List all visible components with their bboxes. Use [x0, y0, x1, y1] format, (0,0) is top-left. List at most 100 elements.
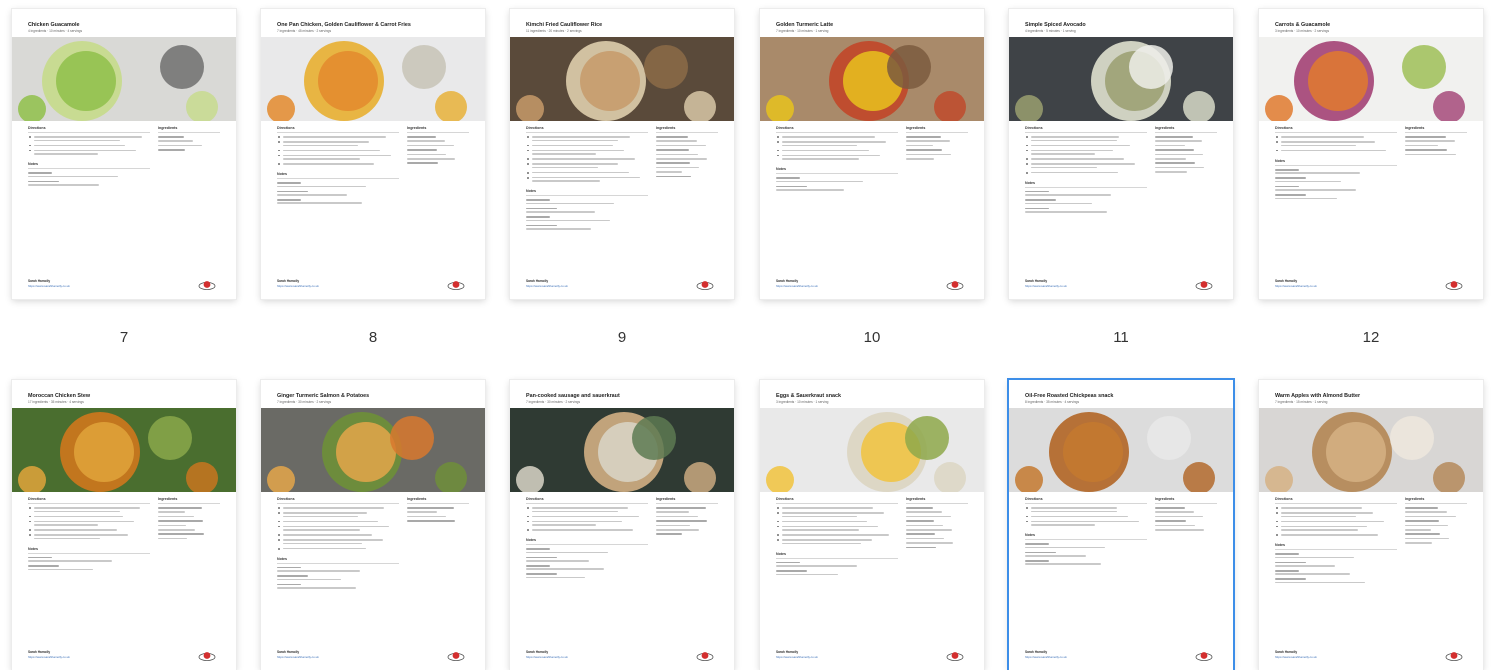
- text-line: [1275, 180, 1341, 183]
- notes-heading: Notes: [776, 551, 786, 556]
- page-number-label: 9: [617, 329, 627, 346]
- recipe-page-thumbnail[interactable]: Eggs & Sauerkraut snack 3 ingredients · 1…: [760, 380, 984, 670]
- page-number-label: 7: [119, 329, 129, 346]
- text-line: [283, 547, 366, 550]
- step-bullet: [1026, 149, 1028, 152]
- footer-url[interactable]: https://www.sarahhamolly.co.uk: [277, 284, 319, 288]
- recipe-title: Pan-cooked sausage and sauerkraut: [526, 393, 620, 399]
- recipe-page-thumbnail[interactable]: Warm Apples with Almond Butter 7 ingredie…: [1259, 380, 1483, 670]
- text-line: [158, 524, 186, 527]
- text-line: [158, 136, 184, 138]
- text-line: [283, 520, 378, 523]
- text-line: [28, 172, 52, 174]
- footer-author: Sarah Hamolly: [1025, 279, 1048, 283]
- recipe-title: Chicken Guacamole: [28, 22, 80, 28]
- page-number-label: 8: [368, 329, 378, 346]
- recipe-page-thumbnail[interactable]: Golden Turmeric Latte 7 ingredients · 10 …: [760, 9, 984, 299]
- text-line: [1031, 144, 1130, 147]
- text-line: [1405, 524, 1448, 527]
- text-line: [1155, 515, 1203, 518]
- footer-author: Sarah Hamolly: [1275, 279, 1298, 283]
- footer-url[interactable]: https://www.sarahhamolly.co.uk: [776, 284, 818, 288]
- text-line: [656, 511, 689, 513]
- directions-heading: Directions: [1025, 126, 1043, 130]
- recipe-title: Kimchi Fried Cauliflower Rice: [526, 22, 603, 28]
- footer-url[interactable]: https://www.sarahhamolly.co.uk: [526, 284, 568, 288]
- recipe-page-thumbnail[interactable]: One Pan Chicken, Golden Cauliflower & Ca…: [261, 9, 485, 299]
- recipe-page-thumbnail[interactable]: Chicken Guacamole 4 ingredients · 10 minu…: [12, 9, 236, 299]
- footer-url[interactable]: https://www.sarahhamolly.co.uk: [1275, 655, 1317, 659]
- text-line: [407, 511, 437, 513]
- brand-logo-icon: [447, 281, 465, 290]
- text-line: [656, 158, 707, 160]
- footer-url[interactable]: https://www.sarahhamolly.co.uk: [28, 655, 70, 659]
- footer-url[interactable]: https://www.sarahhamolly.co.uk: [1025, 655, 1067, 659]
- text-line: [158, 511, 185, 513]
- ingredients-heading: Ingredients: [158, 126, 178, 130]
- footer-url[interactable]: https://www.sarahhamolly.co.uk: [1275, 284, 1317, 288]
- page-thumbnail-grid: Chicken Guacamole 4 ingredients · 10 minu…: [0, 0, 1500, 670]
- recipe-page-thumbnail[interactable]: Kimchi Fried Cauliflower Rice 11 ingredie…: [510, 9, 734, 299]
- text-line: [782, 542, 861, 545]
- footer-url[interactable]: https://www.sarahhamolly.co.uk: [1025, 284, 1067, 288]
- step-bullet: [777, 534, 779, 537]
- step-bullet: [278, 547, 280, 550]
- footer-author: Sarah Hamolly: [28, 279, 51, 283]
- section-divider: [1025, 132, 1147, 133]
- text-line: [656, 520, 707, 522]
- footer-url[interactable]: https://www.sarahhamolly.co.uk: [28, 284, 70, 288]
- brand-logo-icon: [198, 652, 216, 661]
- photo-shape: [580, 51, 640, 111]
- footer-author: Sarah Hamolly: [526, 650, 549, 654]
- photo-shape: [318, 51, 378, 111]
- recipe-page-thumbnail[interactable]: Simple Spiced Avocado 4 ingredients · 5 m…: [1009, 9, 1233, 299]
- recipe-page-thumbnail[interactable]: Moroccan Chicken Stew 17 ingredients · 35…: [12, 380, 236, 670]
- brand-logo-icon: [1445, 652, 1463, 661]
- recipe-page-thumbnail[interactable]: Pan-cooked sausage and sauerkraut 7 ingre…: [510, 380, 734, 670]
- text-line: [906, 144, 933, 147]
- text-line: [407, 153, 446, 156]
- text-line: [1275, 578, 1306, 580]
- recipe-meta: 4 ingredients · 10 minutes · 4 servings: [28, 29, 83, 33]
- text-line: [407, 515, 446, 518]
- footer-url[interactable]: https://www.sarahhamolly.co.uk: [776, 655, 818, 659]
- recipe-page-thumbnail[interactable]: Ginger Turmeric Salmon & Potatoes 7 ingre…: [261, 380, 485, 670]
- notes-heading: Notes: [526, 189, 536, 194]
- recipe-page-thumbnail[interactable]: Carrots & Guacamole 3 ingredients · 10 mi…: [1259, 9, 1483, 299]
- text-line: [277, 587, 356, 589]
- text-line: [656, 162, 690, 164]
- recipe-title: Ginger Turmeric Salmon & Potatoes: [277, 393, 370, 399]
- recipe-meta: 3 ingredients · 10 minutes · 1 serving: [776, 400, 829, 404]
- text-line: [158, 537, 187, 540]
- directions-heading: Directions: [776, 126, 794, 130]
- text-line: [782, 141, 886, 143]
- text-line: [1031, 139, 1117, 142]
- text-line: [1155, 162, 1195, 164]
- recipe-page-thumbnail[interactable]: Oil-Free Roasted Chickpeas snack 8 ingred…: [1009, 380, 1233, 670]
- text-line: [1155, 136, 1193, 138]
- directions-heading: Directions: [776, 497, 794, 501]
- step-bullet: [527, 507, 529, 509]
- text-line: [1281, 529, 1358, 531]
- text-line: [1025, 555, 1086, 557]
- recipe-photo: [760, 37, 984, 121]
- text-line: [1025, 194, 1111, 196]
- text-line: [1155, 158, 1186, 160]
- text-line: [407, 140, 445, 142]
- text-line: [656, 529, 699, 531]
- section-divider: [1025, 186, 1147, 188]
- photo-shape: [1063, 422, 1123, 482]
- footer-url[interactable]: https://www.sarahhamolly.co.uk: [526, 655, 568, 659]
- step-bullet: [1276, 141, 1278, 143]
- text-line: [776, 565, 857, 567]
- step-bullet: [1276, 534, 1278, 537]
- text-line: [34, 534, 128, 536]
- text-line: [1155, 524, 1195, 527]
- section-divider: [776, 503, 898, 504]
- text-line: [1281, 525, 1367, 528]
- text-line: [1155, 144, 1185, 147]
- text-line: [906, 149, 942, 151]
- footer-url[interactable]: https://www.sarahhamolly.co.uk: [277, 655, 319, 659]
- section-divider: [407, 503, 469, 504]
- section-divider: [776, 132, 898, 133]
